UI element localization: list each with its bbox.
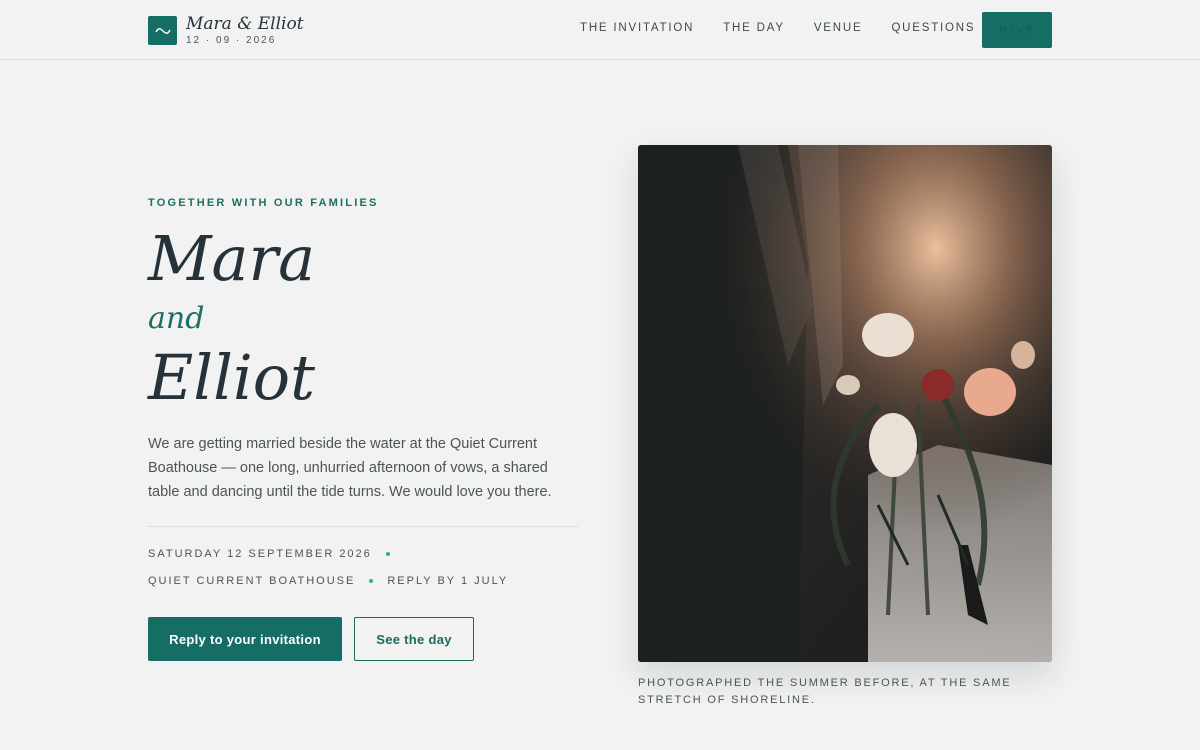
event-venue-row: QUIET CURRENT BOATHOUSE REPLY BY 1 JULY <box>148 575 508 587</box>
nav-link-invitation[interactable]: THE INVITATION <box>580 22 694 34</box>
couple-name-first: Mara <box>148 222 316 295</box>
reply-invitation-button[interactable]: Reply to your invitation <box>148 617 342 661</box>
photo-caption: PHOTOGRAPHED THE SUMMER BEFORE, AT THE S… <box>638 677 1012 706</box>
hero-intro: We are getting married beside the water … <box>148 436 552 500</box>
see-the-day-button[interactable]: See the day <box>354 617 474 661</box>
couple-conjunction: and <box>148 301 205 336</box>
site-header: Mara & Elliot 12 · 09 · 2026 THE INVITAT… <box>0 0 1200 60</box>
wave-icon <box>148 16 177 45</box>
nav-link-the-day[interactable]: THE DAY <box>723 22 785 34</box>
rsvp-button[interactable]: RSVP <box>982 12 1052 48</box>
brand-date: 12 · 09 · 2026 <box>186 35 277 46</box>
separator-dot <box>369 579 374 583</box>
brand-name: Mara & Elliot <box>186 14 304 34</box>
event-venue: QUIET CURRENT BOATHOUSE <box>148 575 356 587</box>
nav-link-questions[interactable]: QUESTIONS <box>891 22 975 34</box>
hero-eyebrow: TOGETHER WITH OUR FAMILIES <box>148 197 379 209</box>
event-date: SATURDAY 12 SEPTEMBER 2026 <box>148 548 372 560</box>
separator-dot <box>385 552 390 556</box>
nav-link-venue[interactable]: VENUE <box>814 22 863 34</box>
event-date-row: SATURDAY 12 SEPTEMBER 2026 <box>148 548 404 560</box>
couple-photo <box>638 145 1052 662</box>
brand[interactable]: Mara & Elliot 12 · 09 · 2026 <box>148 15 304 46</box>
divider <box>148 526 578 527</box>
reply-deadline: REPLY BY 1 JULY <box>387 575 509 587</box>
main-nav: THE INVITATION THE DAY VENUE QUESTIONS <box>580 22 1004 34</box>
bouquet-photo-illustration <box>638 145 1052 662</box>
couple-name-second: Elliot <box>148 341 315 414</box>
